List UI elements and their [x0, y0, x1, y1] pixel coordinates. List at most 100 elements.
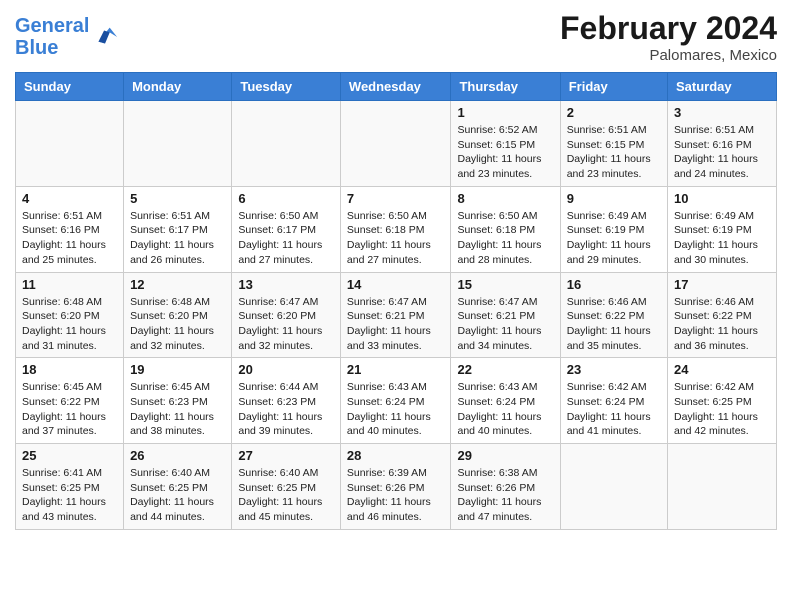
calendar-cell: 23 Sunrise: 6:42 AMSunset: 6:24 PMDayligh…: [560, 358, 667, 444]
day-number: 7: [347, 191, 445, 206]
week-row-3: 11 Sunrise: 6:48 AMSunset: 6:20 PMDayligh…: [16, 272, 777, 358]
calendar-cell: 17Sunrise: 6:46 AMSunset: 6:22 PMDayligh…: [668, 272, 777, 358]
day-info: Sunrise: 6:51 AMSunset: 6:16 PMDaylight:…: [674, 123, 770, 182]
day-number: 15: [457, 277, 553, 292]
calendar-cell: 10 Sunrise: 6:49 AMSunset: 6:19 PMDayligh…: [668, 186, 777, 272]
day-number: 25: [22, 448, 117, 463]
day-number: 20: [238, 362, 334, 377]
calendar-cell: 11 Sunrise: 6:48 AMSunset: 6:20 PMDayligh…: [16, 272, 124, 358]
day-number: 10: [674, 191, 770, 206]
calendar-cell: [232, 101, 341, 187]
day-info: Sunrise: 6:50 AMSunset: 6:18 PMDaylight:…: [347, 209, 445, 268]
day-info: Sunrise: 6:48 AMSunset: 6:20 PMDaylight:…: [22, 295, 117, 354]
calendar-cell: 24 Sunrise: 6:42 AMSunset: 6:25 PMDayligh…: [668, 358, 777, 444]
header-row: SundayMondayTuesdayWednesdayThursdayFrid…: [16, 73, 777, 101]
day-number: 18: [22, 362, 117, 377]
calendar-cell: [560, 444, 667, 530]
day-info: Sunrise: 6:47 AMSunset: 6:20 PMDaylight:…: [238, 295, 334, 354]
day-number: 6: [238, 191, 334, 206]
day-info: Sunrise: 6:47 AMSunset: 6:21 PMDaylight:…: [457, 295, 553, 354]
calendar-cell: 12Sunrise: 6:48 AMSunset: 6:20 PMDayligh…: [124, 272, 232, 358]
calendar-cell: 29Sunrise: 6:38 AMSunset: 6:26 PMDayligh…: [451, 444, 560, 530]
day-number: 23: [567, 362, 661, 377]
calendar-cell: 6Sunrise: 6:50 AMSunset: 6:17 PMDaylight…: [232, 186, 341, 272]
day-info: Sunrise: 6:40 AMSunset: 6:25 PMDaylight:…: [130, 466, 225, 525]
calendar-cell: [340, 101, 451, 187]
day-number: 27: [238, 448, 334, 463]
logo: General Blue: [15, 15, 117, 59]
calendar-cell: 18Sunrise: 6:45 AMSunset: 6:22 PMDayligh…: [16, 358, 124, 444]
calendar-cell: 5 Sunrise: 6:51 AMSunset: 6:17 PMDaylight…: [124, 186, 232, 272]
calendar-cell: 20 Sunrise: 6:44 AMSunset: 6:23 PMDayligh…: [232, 358, 341, 444]
calendar-table: SundayMondayTuesdayWednesdayThursdayFrid…: [15, 72, 777, 530]
day-number: 16: [567, 277, 661, 292]
day-number: 3: [674, 105, 770, 120]
calendar-cell: 21 Sunrise: 6:43 AMSunset: 6:24 PMDayligh…: [340, 358, 451, 444]
day-number: 4: [22, 191, 117, 206]
day-number: 17: [674, 277, 770, 292]
week-row-2: 4 Sunrise: 6:51 AMSunset: 6:16 PMDaylight…: [16, 186, 777, 272]
calendar-cell: 26 Sunrise: 6:40 AMSunset: 6:25 PMDayligh…: [124, 444, 232, 530]
day-info: Sunrise: 6:52 AMSunset: 6:15 PMDaylight:…: [457, 123, 553, 182]
calendar-cell: 1 Sunrise: 6:52 AMSunset: 6:15 PMDaylight…: [451, 101, 560, 187]
week-row-1: 1 Sunrise: 6:52 AMSunset: 6:15 PMDaylight…: [16, 101, 777, 187]
day-number: 19: [130, 362, 225, 377]
day-info: Sunrise: 6:39 AMSunset: 6:26 PMDaylight:…: [347, 466, 445, 525]
calendar-cell: 3 Sunrise: 6:51 AMSunset: 6:16 PMDaylight…: [668, 101, 777, 187]
title-block: February 2024 Palomares, Mexico: [560, 10, 777, 64]
calendar-cell: 7 Sunrise: 6:50 AMSunset: 6:18 PMDaylight…: [340, 186, 451, 272]
day-number: 26: [130, 448, 225, 463]
location: Palomares, Mexico: [560, 47, 777, 64]
calendar-cell: 9 Sunrise: 6:49 AMSunset: 6:19 PMDaylight…: [560, 186, 667, 272]
day-number: 12: [130, 277, 225, 292]
col-header-monday: Monday: [124, 73, 232, 101]
day-number: 22: [457, 362, 553, 377]
day-info: Sunrise: 6:46 AMSunset: 6:22 PMDaylight:…: [567, 295, 661, 354]
week-row-4: 18Sunrise: 6:45 AMSunset: 6:22 PMDayligh…: [16, 358, 777, 444]
day-info: Sunrise: 6:42 AMSunset: 6:24 PMDaylight:…: [567, 380, 661, 439]
calendar-cell: [668, 444, 777, 530]
logo-icon: [91, 23, 119, 51]
day-info: Sunrise: 6:41 AMSunset: 6:25 PMDaylight:…: [22, 466, 117, 525]
day-number: 24: [674, 362, 770, 377]
day-info: Sunrise: 6:44 AMSunset: 6:23 PMDaylight:…: [238, 380, 334, 439]
calendar-cell: 22 Sunrise: 6:43 AMSunset: 6:24 PMDayligh…: [451, 358, 560, 444]
day-info: Sunrise: 6:45 AMSunset: 6:23 PMDaylight:…: [130, 380, 225, 439]
day-number: 2: [567, 105, 661, 120]
col-header-thursday: Thursday: [451, 73, 560, 101]
day-number: 21: [347, 362, 445, 377]
month-year: February 2024: [560, 10, 777, 47]
day-number: 5: [130, 191, 225, 206]
logo-text2: Blue: [15, 37, 89, 59]
day-number: 11: [22, 277, 117, 292]
calendar-cell: 25 Sunrise: 6:41 AMSunset: 6:25 PMDayligh…: [16, 444, 124, 530]
day-number: 9: [567, 191, 661, 206]
day-number: 8: [457, 191, 553, 206]
col-header-tuesday: Tuesday: [232, 73, 341, 101]
col-header-friday: Friday: [560, 73, 667, 101]
day-info: Sunrise: 6:51 AMSunset: 6:17 PMDaylight:…: [130, 209, 225, 268]
day-info: Sunrise: 6:51 AMSunset: 6:16 PMDaylight:…: [22, 209, 117, 268]
page-header: General Blue February 2024 Palomares, Me…: [15, 10, 777, 64]
calendar-cell: 2Sunrise: 6:51 AMSunset: 6:15 PMDaylight…: [560, 101, 667, 187]
col-header-wednesday: Wednesday: [340, 73, 451, 101]
day-info: Sunrise: 6:47 AMSunset: 6:21 PMDaylight:…: [347, 295, 445, 354]
calendar-cell: 16 Sunrise: 6:46 AMSunset: 6:22 PMDayligh…: [560, 272, 667, 358]
calendar-cell: 28 Sunrise: 6:39 AMSunset: 6:26 PMDayligh…: [340, 444, 451, 530]
day-info: Sunrise: 6:42 AMSunset: 6:25 PMDaylight:…: [674, 380, 770, 439]
calendar-cell: 4 Sunrise: 6:51 AMSunset: 6:16 PMDaylight…: [16, 186, 124, 272]
col-header-saturday: Saturday: [668, 73, 777, 101]
day-number: 14: [347, 277, 445, 292]
logo-text: General: [15, 15, 89, 37]
calendar-cell: 15 Sunrise: 6:47 AMSunset: 6:21 PMDayligh…: [451, 272, 560, 358]
day-info: Sunrise: 6:43 AMSunset: 6:24 PMDaylight:…: [347, 380, 445, 439]
calendar-cell: [16, 101, 124, 187]
calendar-cell: 27Sunrise: 6:40 AMSunset: 6:25 PMDayligh…: [232, 444, 341, 530]
day-info: Sunrise: 6:49 AMSunset: 6:19 PMDaylight:…: [567, 209, 661, 268]
col-header-sunday: Sunday: [16, 73, 124, 101]
day-number: 1: [457, 105, 553, 120]
day-info: Sunrise: 6:43 AMSunset: 6:24 PMDaylight:…: [457, 380, 553, 439]
day-info: Sunrise: 6:49 AMSunset: 6:19 PMDaylight:…: [674, 209, 770, 268]
day-info: Sunrise: 6:50 AMSunset: 6:18 PMDaylight:…: [457, 209, 553, 268]
day-number: 28: [347, 448, 445, 463]
